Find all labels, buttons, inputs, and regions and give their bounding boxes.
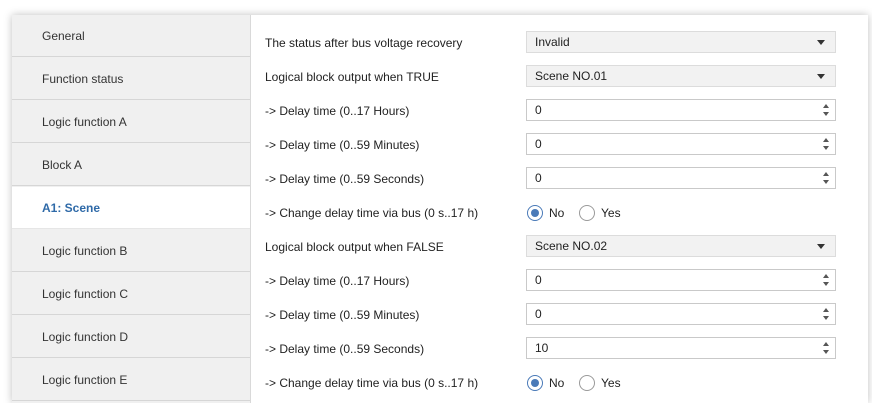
false-minutes-spinbox[interactable]: 0 (526, 303, 836, 325)
radio-no[interactable] (527, 205, 543, 221)
true-minutes-spinbox[interactable]: 0 (526, 133, 836, 155)
sidebar-item-logic-function-d[interactable]: Logic function D (12, 316, 250, 358)
param-row-false-change-delay: -> Change delay time via bus (0 s..17 h)… (251, 366, 868, 400)
parameter-window: General Function status Logic function A… (12, 15, 868, 403)
dropdown-value: Scene NO.02 (535, 239, 608, 253)
chevron-down-icon (817, 244, 825, 249)
chevron-down-icon (817, 74, 825, 79)
sidebar-item-function-status[interactable]: Function status (12, 58, 250, 100)
false-hours-spinbox[interactable]: 0 (526, 269, 836, 291)
param-row-false-hours: -> Delay time (0..17 Hours) 0 (251, 264, 868, 298)
param-label: -> Delay time (0..17 Hours) (265, 274, 410, 288)
false-output-dropdown[interactable]: Scene NO.02 (526, 235, 836, 257)
radio-no-label: No (549, 206, 565, 220)
param-label: -> Delay time (0..59 Minutes) (265, 308, 420, 322)
sidebar: General Function status Logic function A… (12, 15, 251, 403)
sidebar-item-logic-function-e[interactable]: Logic function E (12, 359, 250, 401)
dropdown-value: Invalid (535, 35, 570, 49)
spinbox-value: 0 (535, 307, 542, 321)
radio-yes[interactable] (579, 205, 595, 221)
spinner-arrows-icon[interactable] (821, 305, 833, 323)
true-output-dropdown[interactable]: Scene NO.01 (526, 65, 836, 87)
sidebar-item-logic-function-b[interactable]: Logic function B (12, 230, 250, 272)
spinbox-value: 0 (535, 103, 542, 117)
param-label: -> Delay time (0..17 Hours) (265, 104, 410, 118)
param-label: -> Delay time (0..59 Seconds) (265, 172, 425, 186)
spinner-arrows-icon[interactable] (821, 271, 833, 289)
true-seconds-spinbox[interactable]: 0 (526, 167, 836, 189)
spinbox-value: 0 (535, 171, 542, 185)
param-label: The status after bus voltage recovery (265, 36, 463, 50)
param-label: -> Change delay time via bus (0 s..17 h) (265, 206, 479, 220)
false-seconds-spinbox[interactable]: 10 (526, 337, 836, 359)
param-row-false-output: Logical block output when FALSE Scene NO… (251, 230, 868, 264)
sidebar-item-a1-scene[interactable]: A1: Scene (12, 187, 250, 229)
spinbox-value: 0 (535, 137, 542, 151)
sidebar-item-logic-function-c[interactable]: Logic function C (12, 273, 250, 315)
param-label: Logical block output when TRUE (265, 70, 439, 84)
chevron-down-icon (817, 40, 825, 45)
spinner-arrows-icon[interactable] (821, 101, 833, 119)
param-row-false-minutes: -> Delay time (0..59 Minutes) 0 (251, 298, 868, 332)
param-row-true-change-delay: -> Change delay time via bus (0 s..17 h)… (251, 196, 868, 230)
spinbox-value: 10 (535, 341, 549, 355)
sidebar-item-logic-function-a[interactable]: Logic function A (12, 101, 250, 143)
param-label: Logical block output when FALSE (265, 240, 444, 254)
radio-yes[interactable] (579, 375, 595, 391)
radio-no[interactable] (527, 375, 543, 391)
spinner-arrows-icon[interactable] (821, 135, 833, 153)
param-row-true-output: Logical block output when TRUE Scene NO.… (251, 60, 868, 94)
sidebar-item-general[interactable]: General (12, 15, 250, 57)
param-row-true-seconds: -> Delay time (0..59 Seconds) 0 (251, 162, 868, 196)
radio-yes-label: Yes (601, 206, 621, 220)
param-row-status-recovery: The status after bus voltage recovery In… (251, 26, 868, 60)
radio-no-label: No (549, 376, 565, 390)
param-row-true-minutes: -> Delay time (0..59 Minutes) 0 (251, 128, 868, 162)
param-label: -> Change delay time via bus (0 s..17 h) (265, 376, 479, 390)
param-label: -> Delay time (0..59 Minutes) (265, 138, 420, 152)
parameter-panel: The status after bus voltage recovery In… (251, 15, 868, 403)
spinner-arrows-icon[interactable] (821, 339, 833, 357)
radio-yes-label: Yes (601, 376, 621, 390)
param-label: -> Delay time (0..59 Seconds) (265, 342, 425, 356)
param-row-true-hours: -> Delay time (0..17 Hours) 0 (251, 94, 868, 128)
sidebar-item-block-a[interactable]: Block A (12, 144, 250, 186)
status-recovery-dropdown[interactable]: Invalid (526, 31, 836, 53)
true-hours-spinbox[interactable]: 0 (526, 99, 836, 121)
param-row-false-seconds: -> Delay time (0..59 Seconds) 10 (251, 332, 868, 366)
spinner-arrows-icon[interactable] (821, 169, 833, 187)
spinbox-value: 0 (535, 273, 542, 287)
dropdown-value: Scene NO.01 (535, 69, 608, 83)
